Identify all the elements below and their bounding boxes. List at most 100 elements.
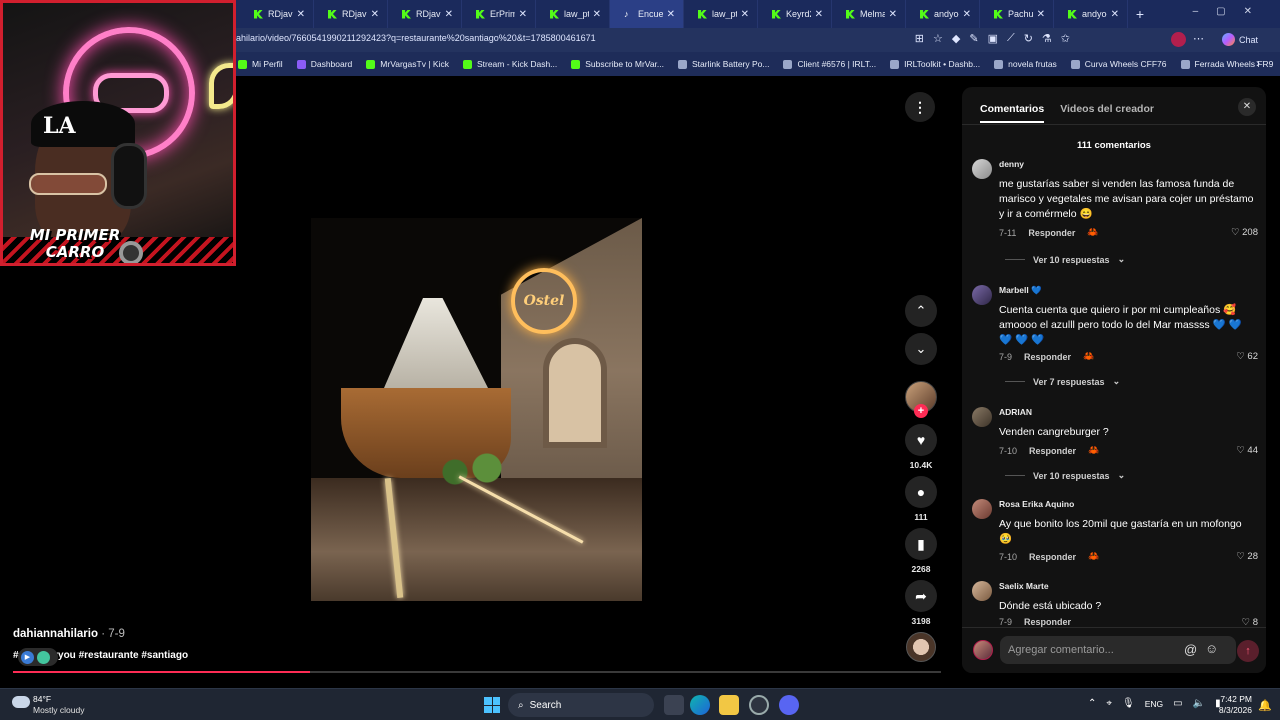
microphone-icon[interactable]: 🎙 [1122,698,1135,709]
taskbar-search[interactable]: ⌕ Search [508,693,654,717]
browser-tab[interactable]: andyoceai ✕ [906,0,980,28]
tab-creator-videos[interactable]: Videos del creador [1060,103,1154,123]
flask-icon[interactable]: ⚗ [1042,32,1052,45]
mini-app-icon[interactable] [37,650,50,664]
window-controls[interactable]: –▢✕ [1193,6,1270,17]
commenter-name[interactable]: Saelix Marte [999,581,1049,591]
view-replies-button[interactable]: Ver 7 respuestas ⌄ [1005,376,1120,387]
comment-like[interactable]: ♡ 28 [1236,551,1258,562]
commenter-name[interactable]: denny [999,159,1024,169]
reply-button[interactable]: Responder [1029,552,1076,562]
close-tab-icon[interactable]: ✕ [1111,9,1119,20]
view-replies-button[interactable]: Ver 10 respuestas ⌄ [1005,254,1125,265]
app-install-icon[interactable]: ⊞ [915,32,924,45]
more-options-button[interactable]: ⋮ [905,92,935,122]
comment-like[interactable]: ♡ 8 [1242,617,1258,627]
close-tab-icon[interactable]: ✕ [889,9,897,20]
browser-tab[interactable]: ErPrimo - ✕ [462,0,536,28]
bookmark-item[interactable]: Stream - Kick Dash... [462,59,557,69]
browser-tab[interactable]: PachuVT ✕ [980,0,1054,28]
cloud-weather-icon[interactable] [12,696,30,708]
video-progress-bar[interactable] [13,671,941,673]
emoji-icon[interactable]: ☺ [1205,641,1218,656]
bookmark-item[interactable]: Subscribe to MrVar... [571,59,664,69]
close-tab-icon[interactable]: ✕ [371,9,379,20]
browser-tab[interactable]: RDjavi - V ✕ [388,0,462,28]
video-player[interactable]: Ostel [311,218,642,601]
browser-tab[interactable]: ♪ Encuentra ✕ [610,0,684,28]
comment-input[interactable] [1000,636,1236,664]
commenter-avatar[interactable] [972,407,992,427]
comment-like[interactable]: ♡ 62 [1236,351,1258,362]
bookmark-item[interactable]: IRLToolkit • Dashb... [890,59,980,69]
play-mini-icon[interactable]: ▶ [21,650,34,664]
caption-username[interactable]: dahiannahilario [13,628,98,640]
network-icon[interactable]: ⌖ [1106,698,1112,709]
refresh-extension-icon[interactable]: ↻ [1024,32,1033,45]
floating-mini-controls[interactable]: ▶ [18,648,58,666]
speaker-icon[interactable]: 🔈 [1193,698,1205,709]
commenter-avatar[interactable] [972,499,992,519]
language-indicator[interactable]: ENG [1145,699,1163,709]
bookmark-item[interactable]: Curva Wheels CFF76 [1070,59,1167,69]
weather-description[interactable]: Mostly cloudy [33,705,85,715]
bookmark-item[interactable]: Client #6576 | IRLT... [783,59,876,69]
comment-like[interactable]: ♡ 208 [1231,227,1258,238]
weather-temperature[interactable]: 84°F [33,694,51,704]
obs-icon[interactable] [749,695,769,715]
discord-icon[interactable] [779,695,799,715]
more-menu-icon[interactable]: ⋯ [1193,32,1204,45]
commenter-avatar[interactable] [972,159,992,179]
mention-at-icon[interactable]: @ [1184,642,1197,657]
heart-icon[interactable]: ♥ [905,424,937,456]
reply-button[interactable]: Responder [1024,617,1071,627]
close-tab-icon[interactable]: ✕ [815,9,823,20]
file-explorer-icon[interactable] [719,695,739,715]
like-action[interactable]: ♥ 10.4K [904,424,938,470]
close-tab-icon[interactable]: ✕ [667,9,675,20]
commenter-avatar[interactable] [972,285,992,305]
close-tab-icon[interactable]: ✕ [297,9,305,20]
reply-button[interactable]: Responder [1029,446,1076,456]
share-arrow-icon[interactable]: ➦ [905,580,937,612]
extension-icon[interactable]: ◆ [952,32,960,45]
close-panel-button[interactable]: ✕ [1238,98,1256,116]
reply-button[interactable]: Responder [1028,228,1075,238]
copilot-chat-button[interactable]: Chat [1221,33,1258,46]
browser-tab[interactable]: RDjavi - V ✕ [314,0,388,28]
bookmark-icon[interactable]: ▮ [905,528,937,560]
display-icon[interactable]: ▭ [1173,698,1182,709]
comment-action[interactable]: ● 111 [904,476,938,522]
bookmark-item[interactable]: novela frutas [994,59,1057,69]
tab-comments[interactable]: Comentarios [980,103,1045,123]
chevron-up-icon[interactable]: ⌃ [1088,698,1096,709]
browser-tab[interactable]: andyoceai ✕ [1054,0,1128,28]
reply-button[interactable]: Responder [1024,352,1071,362]
color-picker-icon[interactable]: ⟋ [1007,32,1015,45]
bookmark-item[interactable]: MrVargasTv | Kick [366,59,449,69]
commenter-name[interactable]: ADRIAN [999,407,1032,417]
music-disc-avatar[interactable] [906,632,936,662]
pen-icon[interactable]: ✎ [969,32,978,45]
close-tab-icon[interactable]: ✕ [741,9,749,20]
bookmark-item[interactable]: Mi Perfil [238,59,283,69]
follow-plus-button[interactable]: + [914,404,928,418]
profile-avatar[interactable] [1171,32,1186,47]
previous-video-button[interactable]: ⌃ [905,295,937,327]
share-action[interactable]: ➦ 3198 [904,580,938,626]
favorites-icon[interactable]: ✩ [1061,32,1070,45]
bookmark-item[interactable]: Starlink Battery Po... [678,59,769,69]
close-tab-icon[interactable]: ✕ [519,9,527,20]
favorite-star-icon[interactable]: ☆ [933,32,943,45]
commenter-name[interactable]: Marbell 💙 [999,285,1042,296]
close-tab-icon[interactable]: ✕ [1037,9,1045,20]
browser-tab[interactable]: RDjavi - V ✕ [240,0,314,28]
browser-tab[interactable]: law_pty - ✕ [536,0,610,28]
edge-browser-icon[interactable] [690,695,710,715]
notification-bell-icon[interactable]: 🔔 [1258,699,1272,712]
commenter-avatar[interactable] [972,581,992,601]
screenshot-icon[interactable]: ▣ [988,32,998,45]
browser-tab[interactable]: Keyrd23 - ✕ [758,0,832,28]
browser-tab[interactable]: Melma - V ✕ [832,0,906,28]
close-tab-icon[interactable]: ✕ [963,9,971,20]
